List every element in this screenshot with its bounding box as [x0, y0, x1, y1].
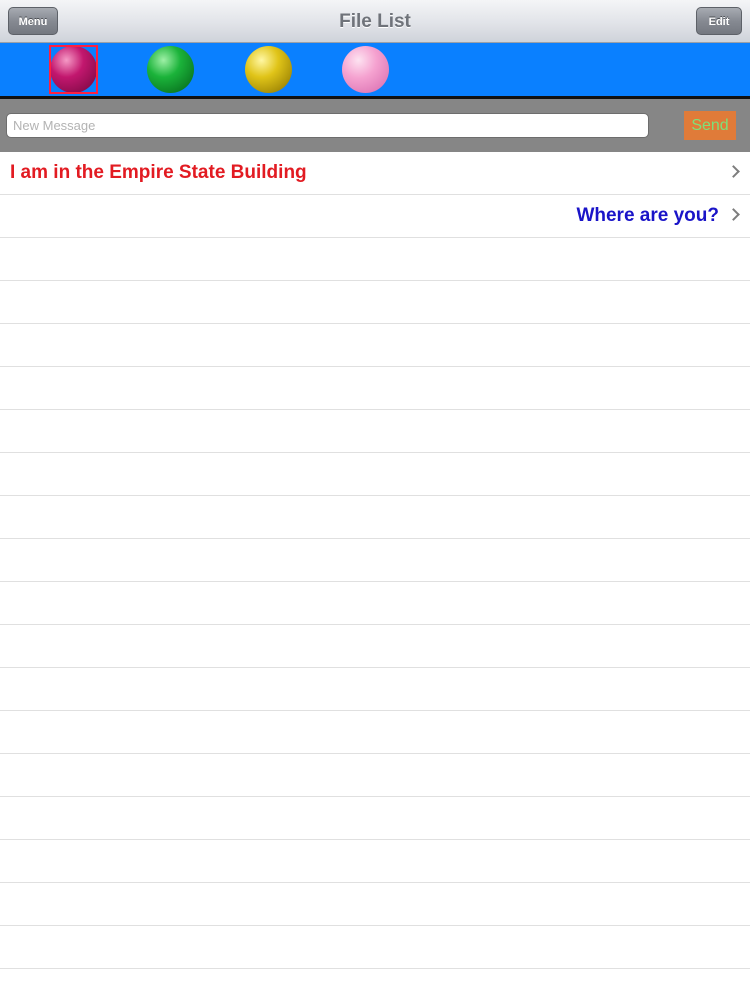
message-row[interactable]: I am in the Empire State Building: [0, 152, 750, 195]
navigation-bar: Menu File List Edit: [0, 0, 750, 43]
empty-table-row: [0, 926, 750, 969]
message-list: I am in the Empire State Building Where …: [0, 152, 750, 1000]
empty-table-row: [0, 711, 750, 754]
app-window: Menu File List Edit Send I am in the Emp…: [0, 0, 750, 1000]
chevron-right-icon: [727, 165, 740, 178]
color-ball-yellow[interactable]: [245, 46, 292, 93]
empty-table-row: [0, 324, 750, 367]
empty-table-row: [0, 539, 750, 582]
empty-table-row: [0, 367, 750, 410]
page-title: File List: [339, 11, 411, 32]
chevron-right-icon: [727, 208, 740, 221]
edit-button[interactable]: Edit: [696, 7, 742, 35]
empty-table-row: [0, 582, 750, 625]
empty-table-row: [0, 453, 750, 496]
empty-table-row: [0, 410, 750, 453]
empty-table-row: [0, 754, 750, 797]
message-composer-bar: [0, 99, 750, 152]
send-button[interactable]: Send: [684, 111, 736, 140]
message-text: Where are you?: [576, 205, 719, 226]
empty-table-row: [0, 969, 750, 1000]
color-ball-magenta[interactable]: [50, 46, 97, 93]
color-picker-bar: [0, 43, 750, 99]
color-ball-pink[interactable]: [342, 46, 389, 93]
empty-table-row: [0, 238, 750, 281]
empty-table-row: [0, 625, 750, 668]
empty-table-row: [0, 883, 750, 926]
new-message-input[interactable]: [6, 113, 649, 138]
empty-table-row: [0, 668, 750, 711]
message-text: I am in the Empire State Building: [10, 162, 307, 183]
message-row[interactable]: Where are you?: [0, 195, 750, 238]
empty-table-row: [0, 797, 750, 840]
empty-table-row: [0, 281, 750, 324]
empty-table-row: [0, 496, 750, 539]
empty-table-row: [0, 840, 750, 883]
color-ball-green[interactable]: [147, 46, 194, 93]
